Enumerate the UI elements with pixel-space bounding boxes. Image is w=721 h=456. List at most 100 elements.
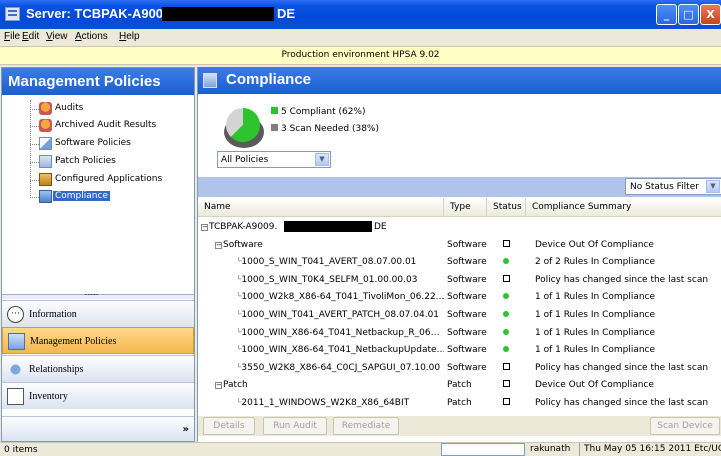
non-compliant-status-icon [503, 274, 523, 285]
column-header-status[interactable]: Status [487, 198, 526, 217]
run-audit-button[interactable]: Run Audit [263, 417, 327, 435]
row-type: Software [447, 292, 487, 303]
nav-information[interactable]: Information [2, 300, 194, 327]
right-pane: Compliance 5 Compliant (62%) 3 Scan Need… [197, 67, 721, 442]
item-count: 0 items [4, 445, 38, 455]
table-row[interactable]: └1000_WIN_X86-64_T041_NetbackupUpdate… So… [198, 342, 721, 359]
table-row[interactable]: −TCBPAK-A9009. DE [198, 219, 721, 236]
table-row[interactable]: └1000_WIN_T041_AVERT_PATCH_08.07.04.01 So… [198, 307, 721, 324]
column-header-type[interactable]: Type [444, 198, 487, 217]
collapse-icon[interactable]: − [201, 224, 208, 231]
table-row[interactable]: −Software Software Device Out Of Complianc… [198, 237, 721, 254]
menu-file[interactable]: File [4, 31, 20, 42]
table-row[interactable]: −Patch Patch Device Out Of Compliance [198, 377, 721, 394]
row-compliance-summary: Policy has changed since the last scan [535, 362, 709, 373]
tree-item-label: Configured Applications [55, 174, 163, 184]
table-row[interactable]: └1000_W2k8_X86-64_T041_TivoliMon_06.22.…… [198, 289, 721, 306]
close-button[interactable]: X [700, 4, 721, 25]
row-type: Software [447, 239, 487, 250]
nav-relationships[interactable]: Relationships [2, 355, 194, 382]
non-compliant-status-icon [503, 398, 523, 408]
details-button[interactable]: Details [203, 417, 255, 435]
row-name: └3550_W2K8_X86-64_C0CJ_SAPGUI_07.10.00 [198, 363, 444, 373]
menu-edit[interactable]: Edit [22, 31, 39, 42]
row-name: └1000_S_WIN_T041_AVERT_08.07.00.01 [198, 257, 444, 267]
remediate-button[interactable]: Remediate [333, 417, 399, 435]
row-name-text: 1000_S_WIN_T041_AVERT_08.07.00.01 [241, 257, 417, 268]
row-name: └1000_W2k8_X86-64_T041_TivoliMon_06.22.… [198, 292, 444, 302]
column-header-compliance-summary[interactable]: Compliance Summary [526, 198, 721, 217]
row-type: Software [447, 257, 487, 268]
status-field [441, 443, 525, 456]
policy-filter-value: All Policies [221, 155, 269, 165]
table-row[interactable]: └2011_1_WINDOWS_W2K8_X86_64BIT Patch Polic… [198, 395, 721, 412]
chevron-down-icon[interactable]: ▼ [706, 180, 720, 193]
legend-label: 5 Compliant (62%) [281, 107, 366, 117]
table-row[interactable]: └1000_S_WIN_T041_AVERT_08.07.00.01 Softwa… [198, 254, 721, 271]
menu-help[interactable]: Help [119, 31, 140, 42]
row-name-text: 1000_WIN_T041_AVERT_PATCH_08.07.04.01 [241, 310, 440, 320]
software-policy-icon [39, 137, 52, 150]
row-name: └1000_WIN_X86-64_T041_NetbackupUpdate… [198, 345, 444, 355]
scan-device-button[interactable]: Scan Device [650, 417, 720, 435]
row-name: −Patch [198, 380, 444, 390]
row-name-text: Patch [223, 380, 248, 391]
nav-label: Relationships [29, 364, 84, 375]
filter-bar: No Status Filter ▼ [198, 177, 721, 197]
row-name: −Software [198, 240, 444, 250]
policy-tree: Audits Archived Audit Results Software P… [2, 97, 194, 307]
legend-swatch-compliant [271, 107, 278, 114]
collapse-icon[interactable]: − [215, 382, 222, 390]
nav-management-policies[interactable]: Management Policies [2, 327, 194, 354]
row-name-text: 1000_WIN_X86-64_T041_NetbackupUpdate… [241, 345, 444, 356]
menu-actions[interactable]: Actions [75, 31, 108, 42]
table-row[interactable]: └1000_S_WIN_T0K4_SELFM_01.00.00.03 Softwa… [198, 272, 721, 289]
audit-icon [39, 102, 52, 115]
table-row[interactable]: └3550_W2K8_X86-64_C0CJ_SAPGUI_07.10.00 So… [198, 360, 721, 377]
chevron-down-icon[interactable]: ▼ [315, 153, 329, 166]
compliant-status-icon [503, 292, 523, 302]
policy-filter-dropdown[interactable]: All Policies ▼ [217, 151, 331, 168]
current-user: rakunath [530, 444, 571, 454]
window-title: Server: TCBPAK-A9009. [26, 6, 174, 21]
row-name-text: 1000_WIN_X86-64_T041_Netbackup_R_06… [241, 327, 440, 338]
row-type: Software [447, 345, 487, 356]
row-compliance-summary: 1 of 1 Rules In Compliance [535, 292, 656, 303]
nav-inventory[interactable]: Inventory [2, 382, 194, 409]
row-compliance-summary: Device Out Of Compliance [535, 380, 654, 391]
nav-overflow[interactable]: » [2, 416, 194, 441]
legend-swatch-scan-needed [271, 124, 278, 131]
row-compliance-summary: Policy has changed since the last scan [535, 398, 709, 408]
compliance-table: Name Type Status Compliance Summary −TCB… [198, 198, 721, 414]
chevron-right-icon[interactable]: » [183, 424, 189, 435]
tree-item-compliance[interactable]: Compliance [2, 189, 194, 205]
title-bar[interactable]: Server: TCBPAK-A9009. DE _ □ X [0, 0, 721, 29]
table-row[interactable]: └1000_WIN_X86-64_T041_Netbackup_R_06… Sof… [198, 325, 721, 342]
management-policies-icon [8, 333, 25, 350]
tree-item-software-policies[interactable]: Software Policies [2, 136, 194, 152]
status-filter-dropdown[interactable]: No Status Filter ▼ [625, 178, 721, 195]
tree-item-label: Patch Policies [55, 156, 116, 166]
row-name-text: 2011_1_WINDOWS_W2K8_X86_64BIT [241, 398, 410, 408]
row-name-text: 3550_W2K8_X86-64_C0CJ_SAPGUI_07.10.00 [241, 362, 441, 373]
tree-item-label: Audits [55, 103, 84, 113]
tree-item-archived-audit-results[interactable]: Archived Audit Results [2, 118, 194, 134]
collapse-icon[interactable]: − [215, 241, 222, 249]
row-type: Software [447, 310, 487, 320]
pane-splitter[interactable] [2, 288, 194, 299]
row-name: └1000_S_WIN_T0K4_SELFM_01.00.00.03 [198, 275, 444, 285]
compliant-status-icon [503, 310, 523, 320]
column-header-name[interactable]: Name [198, 198, 444, 217]
nav-label: Inventory [29, 391, 68, 402]
maximize-button[interactable]: □ [678, 4, 699, 25]
compliant-status-icon [503, 257, 523, 267]
action-bar: Details Run Audit Remediate Scan Device [198, 416, 721, 436]
tree-item-audits[interactable]: Audits [2, 101, 194, 117]
tree-item-configured-applications[interactable]: Configured Applications [2, 172, 194, 188]
patch-policy-icon [39, 155, 52, 168]
menu-view[interactable]: View [46, 31, 68, 42]
left-pane-title: Management Policies [2, 68, 194, 95]
tree-item-patch-policies[interactable]: Patch Policies [2, 154, 194, 170]
nav-label: Information [29, 309, 77, 320]
minimize-button[interactable]: _ [656, 4, 677, 25]
